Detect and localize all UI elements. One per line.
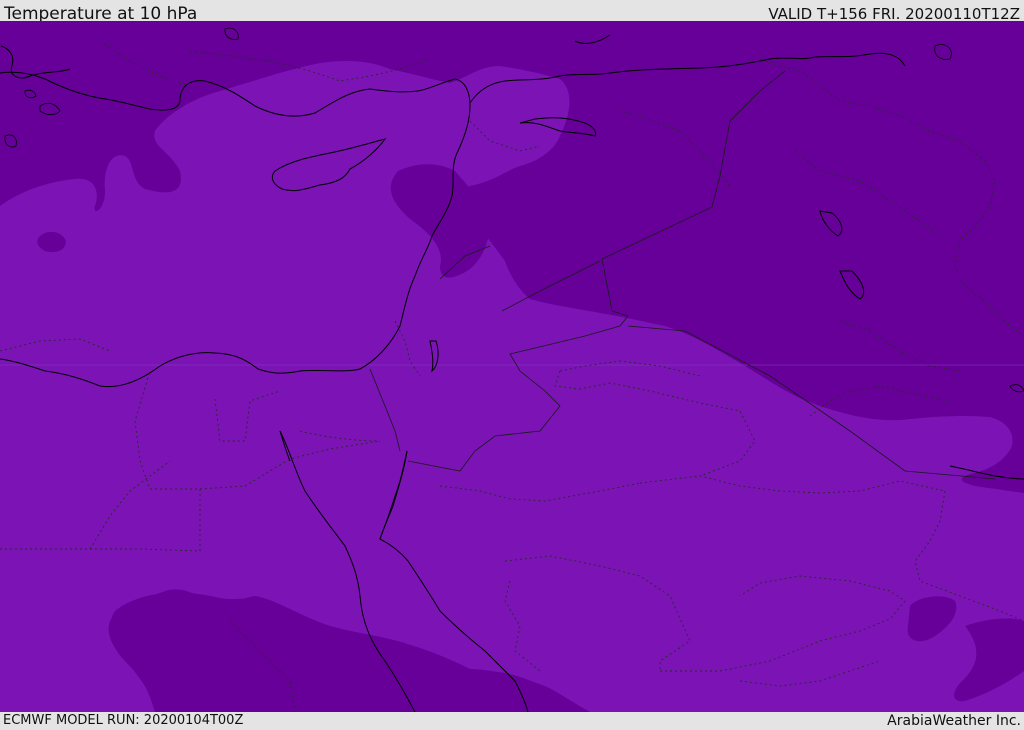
header-bar: Temperature at 10 hPa VALID T+156 FRI. 2… bbox=[0, 0, 1024, 24]
model-run-label: ECMWF MODEL RUN: 20200104T00Z bbox=[3, 713, 244, 728]
footer-bar: ECMWF MODEL RUN: 20200104T00Z ArabiaWeat… bbox=[0, 712, 1024, 729]
temperature-map[interactable] bbox=[0, 21, 1024, 712]
credit-label: ArabiaWeather Inc. bbox=[887, 713, 1021, 729]
